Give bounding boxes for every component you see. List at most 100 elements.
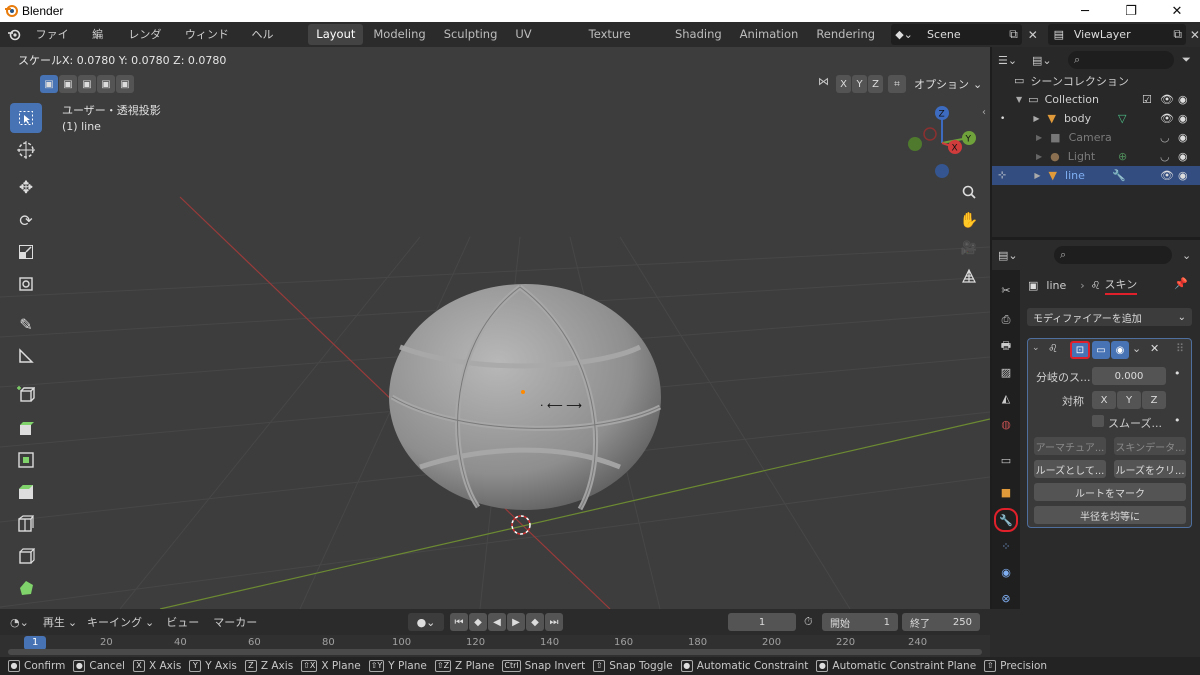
knife-tool-icon[interactable] — [10, 541, 42, 571]
smooth-shading-checkbox[interactable] — [1092, 415, 1104, 427]
camera-view-icon[interactable]: 🎥 — [956, 235, 982, 261]
outliner-row-camera[interactable]: ▶ ■ Camera ◡ ◉ — [992, 128, 1200, 147]
transform-tool-icon[interactable] — [10, 269, 42, 299]
expand-icon[interactable]: ▶ — [1036, 152, 1042, 161]
stopwatch-icon[interactable]: ⏱ — [804, 615, 813, 629]
physics-tab-icon[interactable]: ◉ — [996, 562, 1016, 582]
remove-modifier-icon[interactable]: ✕ — [1150, 342, 1159, 355]
prev-keyframe-icon[interactable]: ◆ — [469, 613, 487, 631]
checkbox-icon[interactable]: ☑ — [1142, 93, 1152, 106]
poly-build-tool-icon[interactable] — [10, 573, 42, 603]
camera-render-icon[interactable]: ◉ — [1178, 169, 1188, 182]
expand-icon[interactable]: ▶ — [1034, 171, 1040, 180]
remove-scene-icon[interactable]: ✕ — [1028, 28, 1038, 42]
zoom-icon[interactable] — [956, 179, 982, 205]
chevron-down-icon[interactable]: ⌄ — [1132, 342, 1141, 355]
annotate-tool-icon[interactable]: ✎ — [10, 309, 42, 339]
keying-menu[interactable]: キーイング — [87, 614, 142, 630]
constraints-tab-icon[interactable]: ⊗ — [996, 588, 1016, 608]
keyframe-dot-icon[interactable]: • — [1174, 414, 1181, 427]
viewlayer-selector[interactable]: ▤ ViewLayer ⧉ — [1047, 24, 1186, 45]
expand-icon[interactable]: ▼ — [1016, 95, 1022, 104]
object-tab-icon[interactable]: ■ — [996, 482, 1016, 502]
drag-handle-icon[interactable]: ⠿ — [1176, 342, 1184, 355]
measure-tool-icon[interactable] — [10, 341, 42, 371]
tab-rendering[interactable]: Rendering — [808, 24, 883, 45]
editor-type-icon[interactable]: ▤⌄ — [998, 249, 1026, 262]
perspective-toggle-icon[interactable] — [956, 263, 982, 289]
next-keyframe-icon[interactable]: ◆ — [526, 613, 544, 631]
filter-icon[interactable]: ⏷ — [1182, 53, 1191, 67]
navigation-gizmo[interactable]: Z Y X — [902, 103, 982, 183]
menu-help[interactable]: ヘルプ — [244, 22, 290, 66]
expand-icon[interactable]: ▶ — [1033, 114, 1039, 123]
options-dropdown[interactable]: オプション ⌄ — [914, 75, 982, 93]
mark-loose-button[interactable]: ルーズとして... — [1034, 460, 1106, 478]
realtime-toggle-icon[interactable]: ▭ — [1092, 341, 1110, 359]
jump-end-icon[interactable]: ⏭ — [545, 613, 563, 631]
editor-type-icon[interactable]: ☰⌄ — [998, 54, 1026, 67]
camera-render-icon[interactable]: ◉ — [1178, 150, 1188, 163]
cursor-tool-icon[interactable] — [10, 135, 42, 165]
select-tool-icon[interactable] — [10, 103, 42, 133]
collapse-icon[interactable]: ⌄ — [1032, 343, 1040, 353]
clock-icon[interactable]: ◔⌄ — [10, 616, 29, 629]
branch-smoothing-field[interactable]: 0.000 — [1092, 367, 1166, 385]
world-tab-icon[interactable]: ◍ — [996, 414, 1016, 434]
body-mesh[interactable] — [389, 284, 661, 510]
outliner-row-light[interactable]: ▶ ● Light ⊕ ◡ ◉ — [992, 147, 1200, 166]
select-extend-icon[interactable]: ▣ — [59, 75, 77, 93]
outliner-search-input[interactable]: ⌕ — [1068, 51, 1174, 69]
expand-icon[interactable]: ▶ — [1036, 133, 1042, 142]
menu-edit[interactable]: 編集 — [84, 22, 120, 66]
menu-file[interactable]: ファイル — [28, 22, 85, 66]
tab-shading[interactable]: Shading — [667, 24, 730, 45]
eye-icon[interactable]: 👁 — [1160, 93, 1174, 106]
3d-viewport[interactable]: · ⟵ ⟶ ▣ ▣ ▣ ▣ ▣ スケールX: 0.0780 Y: 0.0780 … — [0, 47, 990, 609]
marker-menu[interactable]: マーカー — [213, 614, 257, 630]
tool-tab-icon[interactable]: ✂ — [996, 280, 1016, 300]
camera-render-icon[interactable]: ◉ — [1178, 93, 1188, 106]
tab-texture-paint[interactable]: Texture Paint — [581, 24, 665, 62]
keyframe-dot-icon[interactable]: • — [1174, 367, 1181, 380]
end-frame-field[interactable]: 終了 250 — [902, 613, 980, 631]
particles-tab-icon[interactable]: ⁘ — [996, 536, 1016, 556]
close-button[interactable]: ✕ — [1154, 0, 1200, 22]
equalize-radii-button[interactable]: 半径を均等に — [1034, 506, 1186, 524]
edit-mode-toggle-icon[interactable]: ⊡ — [1070, 341, 1090, 359]
properties-search-input[interactable]: ⌕ — [1054, 246, 1172, 264]
rotate-tool-icon[interactable]: ⟳ — [10, 205, 42, 235]
symmetry-z-toggle[interactable]: Z — [1142, 391, 1166, 409]
mirror-icon[interactable]: ⋈ — [818, 75, 832, 93]
eye-icon[interactable]: 👁 — [1160, 112, 1174, 125]
symmetry-y-toggle[interactable]: Y — [1117, 391, 1141, 409]
play-reverse-icon[interactable]: ◀ — [488, 613, 506, 631]
skin-data-button[interactable]: スキンデータ... — [1114, 437, 1186, 455]
eye-closed-icon[interactable]: ◡ — [1160, 150, 1170, 163]
play-icon[interactable]: ▶ — [507, 613, 525, 631]
start-frame-field[interactable]: 開始 1 — [822, 613, 898, 631]
outliner-row-body[interactable]: • ▶ ▼ body ▽ 👁 ◉ — [992, 109, 1200, 128]
maximize-button[interactable]: ❐ — [1108, 0, 1154, 22]
tab-modeling[interactable]: Modeling — [365, 24, 433, 45]
axis-x-toggle[interactable]: X — [836, 75, 851, 93]
new-scene-icon[interactable]: ⧉ — [1009, 27, 1018, 42]
blender-menu-icon[interactable] — [0, 28, 28, 42]
render-tab-icon[interactable]: ⎙ — [996, 310, 1016, 330]
outliner-row-line[interactable]: ⊹ ▶ ▼ line 🔧 👁 ◉ — [992, 166, 1200, 185]
select-difference-icon[interactable]: ▣ — [97, 75, 115, 93]
timeline-ruler[interactable]: 1 20 40 60 80 100 120 140 160 180 200 22… — [0, 635, 990, 657]
output-tab-icon[interactable]: 🖶 — [996, 336, 1016, 356]
clear-loose-button[interactable]: ルーズをクリ... — [1114, 460, 1186, 478]
create-armature-button[interactable]: アーマチュア... — [1034, 437, 1106, 455]
collapse-sidebar-icon[interactable]: ‹ — [982, 107, 986, 118]
jump-start-icon[interactable]: ⏮ — [450, 613, 468, 631]
outliner-collection[interactable]: ▼ ▭ Collection ☑ 👁 ◉ — [992, 90, 1200, 109]
select-intersect-icon[interactable]: ▣ — [116, 75, 134, 93]
symmetry-x-toggle[interactable]: X — [1092, 391, 1116, 409]
snap-icon[interactable]: ⌗ — [888, 75, 906, 93]
loop-cut-tool-icon[interactable] — [10, 509, 42, 539]
pin-icon[interactable]: 📌 — [1174, 277, 1188, 290]
axis-y-toggle[interactable]: Y — [852, 75, 867, 93]
tab-uv-editing[interactable]: UV Editing — [507, 24, 578, 62]
